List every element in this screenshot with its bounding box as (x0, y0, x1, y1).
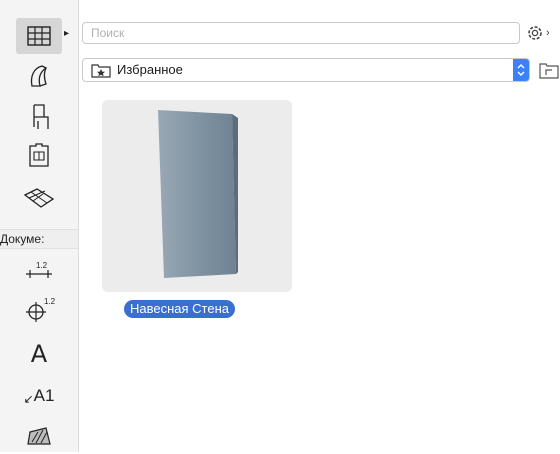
text-tool-icon: A (30, 340, 48, 368)
dimension-icon: 1.2 (26, 261, 52, 278)
fill-icon (27, 427, 51, 445)
item-thumbnail[interactable] (102, 100, 292, 292)
favorites-folder-icon (91, 64, 111, 78)
dimension-tool-button[interactable]: 1.2 (16, 254, 62, 290)
dropdown-chevron-icon (513, 59, 529, 81)
label-tool-icon: A1 (33, 386, 55, 405)
fill-tool-button[interactable] (16, 418, 62, 454)
mesh-tool-button[interactable] (16, 180, 62, 216)
text-tool-button[interactable]: A (16, 336, 62, 372)
level-dimension-tool-button[interactable]: 1.2 (16, 292, 62, 328)
mesh-icon (23, 188, 55, 208)
flyout-arrow-icon[interactable]: ▸ (64, 28, 69, 39)
zone-tool-button[interactable] (16, 138, 62, 174)
search-input[interactable] (83, 23, 519, 43)
object-tool-button[interactable] (16, 98, 62, 134)
folder-dropdown[interactable]: Избранное (82, 58, 530, 82)
curtain-wall-icon (27, 26, 51, 46)
curtain-wall-preview (158, 110, 238, 278)
curtain-wall-tool-button[interactable] (16, 18, 62, 54)
shell-tool-button[interactable] (16, 58, 62, 94)
level-dimension-icon: 1.2 (26, 297, 56, 322)
shell-icon (30, 65, 48, 87)
level-value-text: 1.2 (44, 297, 56, 306)
folder-dropdown-value: Избранное (117, 62, 183, 77)
label-arrow-icon: ↙ (23, 392, 34, 406)
item-label[interactable]: Навесная Стена (124, 300, 236, 318)
chair-icon (33, 104, 49, 129)
tool-palette: ▸ Докуме: 1.2 1.2 A ↙ A1 (0, 0, 79, 452)
parent-folder-icon (539, 63, 559, 79)
dimension-value-text: 1.2 (36, 261, 48, 270)
parent-folder-button[interactable] (538, 60, 560, 80)
gear-icon (528, 26, 542, 40)
label-tool-button[interactable]: ↙ A1 (16, 378, 62, 414)
chevron-right-icon: › (546, 27, 550, 39)
settings-button[interactable]: › (526, 22, 560, 44)
search-field[interactable] (82, 22, 520, 44)
documentation-section-label: Докуме: (0, 229, 78, 249)
zone-icon (29, 143, 49, 167)
